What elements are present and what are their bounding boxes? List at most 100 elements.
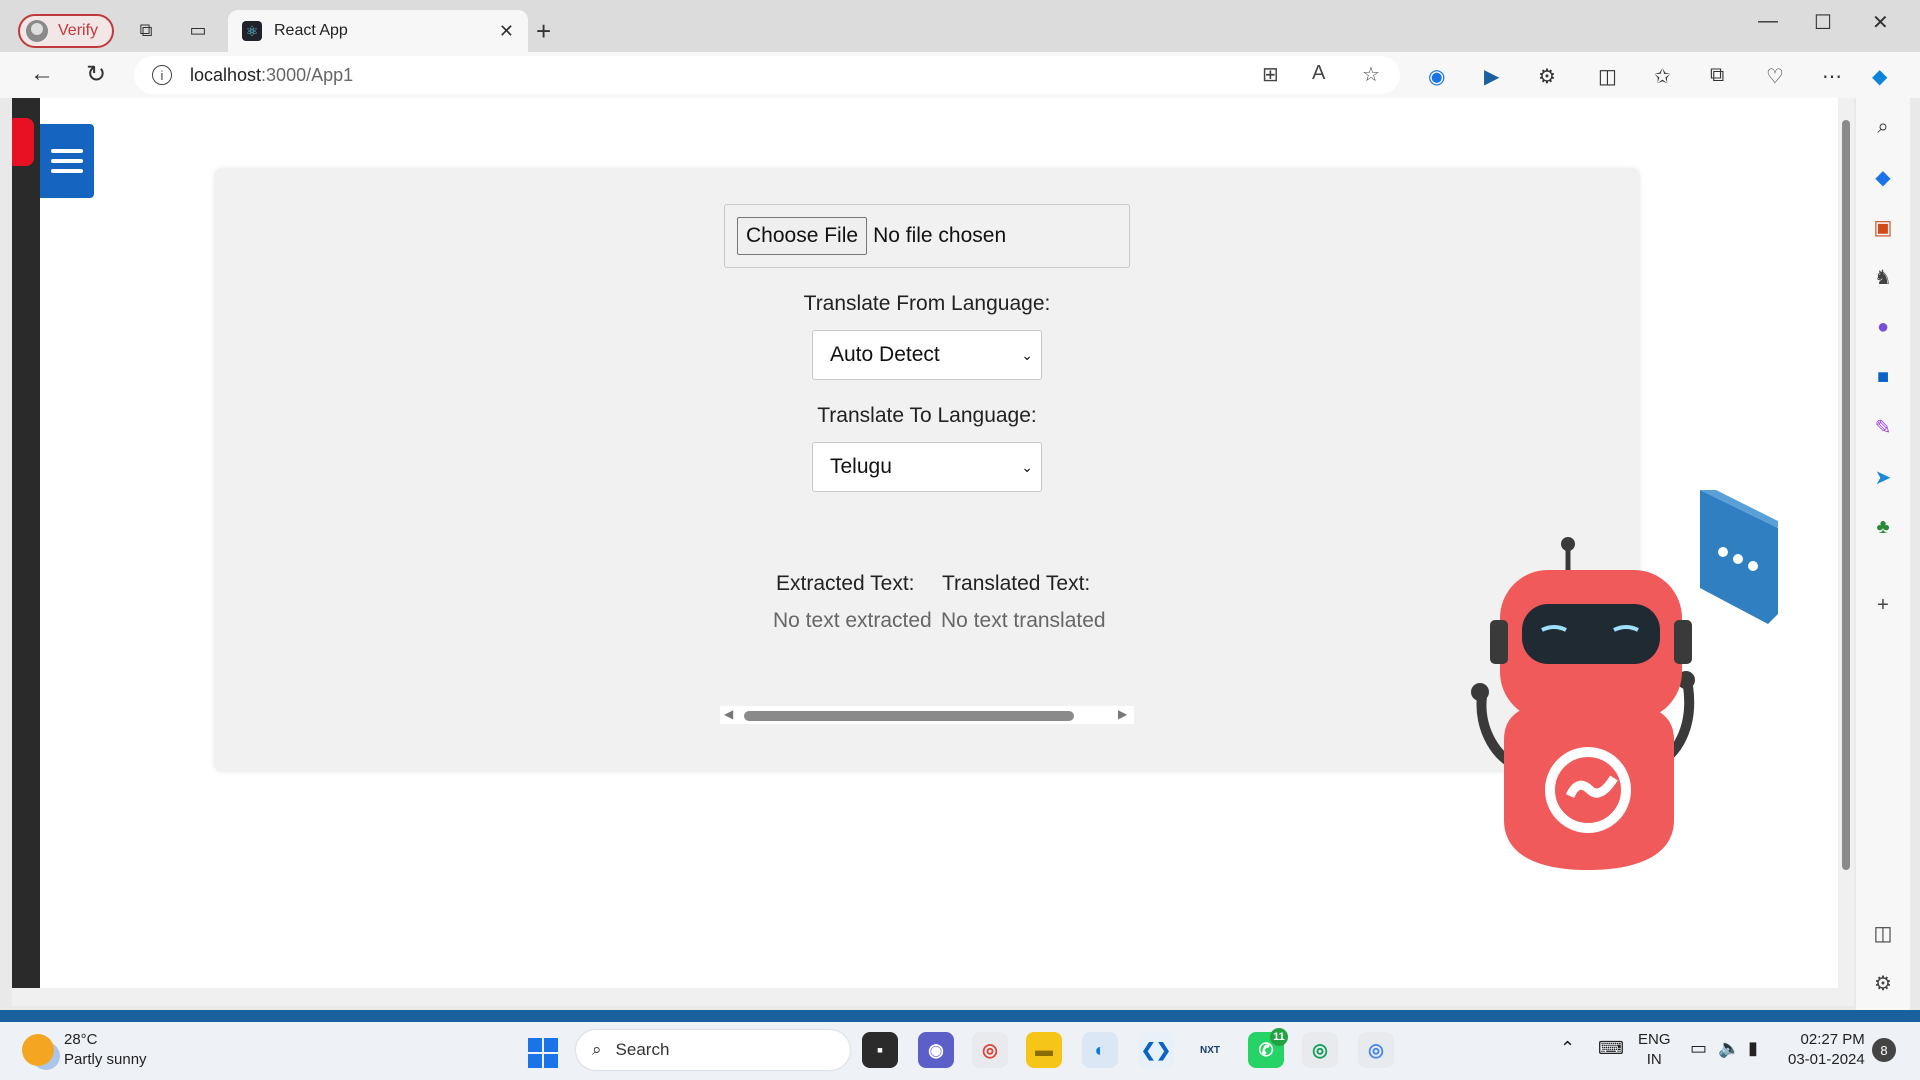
browser-toolbar: ← ↻ i localhost:3000/App1 ⊞ A ☆ ◉ ▶ ⚙ ◫ … (0, 52, 1920, 98)
favorites-icon[interactable]: ✩ (1654, 64, 1671, 89)
scroll-left-icon[interactable]: ◀ (724, 707, 733, 721)
left-edge-strip (12, 98, 40, 988)
collections-icon[interactable]: ⧉ (1710, 64, 1724, 87)
translated-text-value: No text translated (941, 609, 1106, 632)
browser-essentials-icon[interactable]: ♡ (1766, 64, 1784, 89)
choose-file-button[interactable]: Choose File (737, 217, 868, 255)
browser-window: Verify ⧉ ▭ ⚛ React App ✕ + — ☐ ✕ ← ↻ i l… (0, 0, 1920, 1010)
battery-icon[interactable]: ▮ (1748, 1038, 1758, 1058)
app-available-icon[interactable]: ⊞ (1262, 62, 1279, 87)
nxtwave-icon[interactable]: NXT (1192, 1032, 1228, 1068)
refresh-icon[interactable]: ↻ (86, 60, 106, 89)
extensions-icon[interactable]: ⚙ (1538, 64, 1556, 89)
file-status: No file chosen (873, 224, 1007, 247)
page-viewport: Choose File No file chosen Translate Fro… (40, 98, 1838, 988)
microsoft-365-icon[interactable]: ● (1870, 314, 1896, 340)
tab-actions-icon[interactable]: ▭ (186, 18, 210, 42)
page-vertical-scrollbar[interactable] (1838, 98, 1854, 988)
outlook-icon[interactable]: ■ (1870, 364, 1896, 390)
page-horizontal-scrollbar[interactable] (12, 988, 1854, 1006)
time: 02:27 PM (1800, 1031, 1865, 1048)
show-hidden-icons-icon[interactable]: ⌃ (1560, 1038, 1575, 1058)
close-tab-icon[interactable]: ✕ (499, 21, 514, 42)
back-icon[interactable]: ← (30, 60, 54, 88)
url-path: :3000/App1 (261, 64, 354, 85)
to-language-value: Telugu (830, 455, 892, 478)
to-language-label: Translate To Language: (817, 404, 1037, 427)
to-language-select[interactable]: Telugu ⌄ (812, 442, 1042, 492)
task-view-icon[interactable]: ▪ (862, 1032, 898, 1068)
close-window-icon[interactable]: ✕ (1872, 10, 1889, 35)
notification-count-badge[interactable]: 8 (1872, 1038, 1896, 1062)
screen-capture-icon[interactable]: ◉ (1428, 64, 1445, 89)
hamburger-menu-button[interactable] (40, 124, 94, 198)
tab-bar: Verify ⧉ ▭ ⚛ React App ✕ + — ☐ ✕ (0, 0, 1920, 52)
input-language[interactable]: ENG IN (1638, 1030, 1671, 1070)
region-code: IN (1646, 1051, 1662, 1068)
chevron-down-icon: ⌄ (1021, 346, 1033, 363)
designer-icon[interactable]: ✎ (1870, 414, 1896, 440)
scrollbar-thumb[interactable] (744, 711, 1074, 721)
volume-icon[interactable]: 🔈 (1718, 1038, 1740, 1058)
chrome-profile-icon[interactable]: ◎ (1302, 1032, 1338, 1068)
chatbot-robot-illustration (1471, 490, 1778, 870)
tree-icon[interactable]: ♣ (1870, 514, 1896, 540)
start-button[interactable] (528, 1038, 558, 1068)
tab-title: React App (274, 22, 348, 39)
chrome-profile-2-icon[interactable]: ◎ (1358, 1032, 1394, 1068)
add-icon[interactable]: + (1870, 592, 1896, 618)
search-icon: ⌕ (592, 1040, 602, 1059)
settings-gear-icon[interactable]: ⚙ (1870, 970, 1896, 996)
status-strip (0, 1010, 1920, 1022)
vscode-icon[interactable]: ❮❯ (1138, 1032, 1174, 1068)
favorite-star-icon[interactable]: ☆ (1362, 62, 1380, 87)
taskbar-search[interactable]: ⌕ Search (576, 1030, 850, 1070)
from-language-label: Translate From Language: (803, 292, 1051, 315)
clock[interactable]: 02:27 PM 03-01-2024 (1788, 1030, 1865, 1070)
maximize-icon[interactable]: ☐ (1814, 10, 1832, 35)
extension-tag[interactable] (12, 118, 34, 166)
tab-react-app[interactable]: ⚛ React App ✕ (228, 10, 528, 52)
minimize-icon[interactable]: — (1758, 10, 1778, 33)
play-extension-icon[interactable]: ▶ (1484, 64, 1499, 89)
file-explorer-icon[interactable]: ▬ (1026, 1032, 1062, 1068)
keyboard-icon[interactable]: ⌨ (1598, 1038, 1624, 1058)
teams-chat-icon[interactable]: ◉ (918, 1032, 954, 1068)
translator-card: Choose File No file chosen Translate Fro… (214, 168, 1640, 772)
menu-bar-icon (51, 169, 83, 173)
edge-icon[interactable]: ◐ (1082, 1032, 1118, 1068)
from-language-select[interactable]: Auto Detect ⌄ (812, 330, 1042, 380)
site-info-icon[interactable]: i (152, 65, 172, 85)
tools-briefcase-icon[interactable]: ▣ (1870, 214, 1896, 240)
vertical-scrollbar-thumb[interactable] (1842, 120, 1850, 870)
temperature: 28°C (64, 1031, 98, 1048)
partly-sunny-icon (22, 1034, 54, 1066)
search-label: Search (615, 1040, 670, 1059)
copilot-icon[interactable]: ◆ (1872, 64, 1887, 89)
scroll-right-icon[interactable]: ▶ (1118, 707, 1127, 721)
language-code: ENG (1638, 1031, 1671, 1048)
url-host: localhost (190, 64, 262, 85)
weather-widget[interactable]: 28°C Partly sunny (22, 1030, 147, 1070)
file-input[interactable]: Choose File No file chosen (724, 204, 1130, 268)
from-language-value: Auto Detect (830, 343, 940, 366)
new-tab-icon[interactable]: + (536, 16, 551, 47)
profile-button[interactable]: Verify (18, 14, 114, 48)
address-bar[interactable]: i localhost:3000/App1 (134, 56, 1400, 94)
search-icon[interactable]: ⌕ (1870, 114, 1896, 140)
send-icon[interactable]: ➤ (1870, 464, 1896, 490)
edge-sidebar: ⌕ ◆ ▣ ♞ ● ■ ✎ ➤ ♣ + ◫ ⚙ (1856, 98, 1910, 1010)
read-aloud-icon[interactable]: A (1312, 62, 1325, 85)
more-options-icon[interactable]: ⋯ (1822, 64, 1842, 89)
chrome-icon[interactable]: ◎ (972, 1032, 1008, 1068)
games-chess-icon[interactable]: ♞ (1870, 264, 1896, 290)
results-horizontal-scrollbar[interactable]: ◀ ▶ (720, 706, 1134, 724)
react-favicon-icon: ⚛ (242, 21, 262, 41)
workspaces-icon[interactable]: ⧉ (134, 18, 158, 42)
split-screen-icon[interactable]: ◫ (1598, 64, 1617, 89)
whatsapp-icon[interactable]: ✆ 11 (1248, 1028, 1288, 1068)
shopping-tag-icon[interactable]: ◆ (1870, 164, 1896, 190)
hide-sidebar-icon[interactable]: ◫ (1870, 920, 1896, 946)
avatar (26, 20, 48, 42)
network-icon[interactable]: ▭ (1690, 1038, 1707, 1058)
